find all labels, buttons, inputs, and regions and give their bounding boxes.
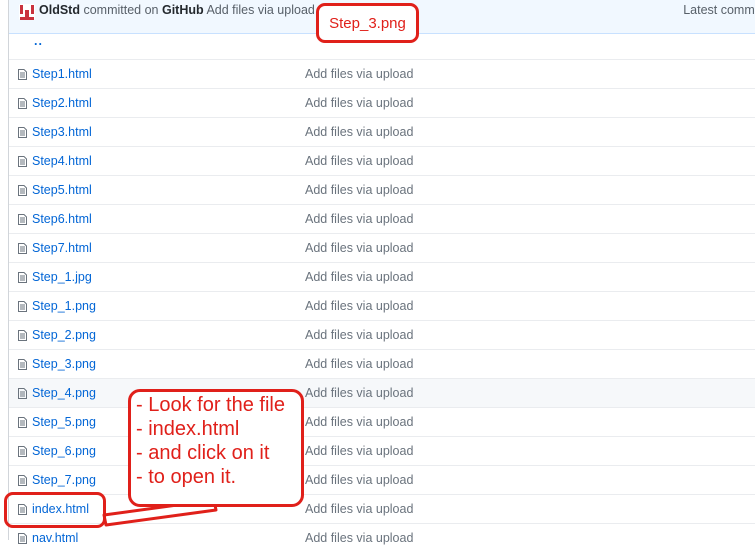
file-commit-message[interactable]: Add files via upload [305,96,413,110]
file-name-link[interactable]: Step_4.png [32,386,96,400]
screenshot-title-callout: Step_3.png [316,3,419,43]
file-commit-message[interactable]: Add files via upload [305,154,413,168]
file-commit-message[interactable]: Add files via upload [305,415,413,429]
latest-commit-label: Latest commit [683,3,755,17]
file-icon [18,69,27,80]
file-name-link[interactable]: Step6.html [32,212,92,226]
file-icon [18,533,27,544]
file-commit-message[interactable]: Add files via upload [305,386,413,400]
commit-author-line: OldStd committed on GitHub Add files via… [39,3,315,17]
file-icon [18,272,27,283]
file-commit-message[interactable]: Add files via upload [305,241,413,255]
file-name-link[interactable]: Step4.html [32,154,92,168]
file-icon [18,127,27,138]
file-commit-message[interactable]: Add files via upload [305,357,413,371]
file-icon [18,388,27,399]
file-commit-message[interactable]: Add files via upload [305,328,413,342]
file-icon [18,475,27,486]
file-list: OldStd committed on GitHub Add files via… [8,0,755,545]
file-commit-message[interactable]: Add files via upload [305,270,413,284]
file-icon [18,446,27,457]
file-name-link[interactable]: Step_1.png [32,299,96,313]
file-row[interactable]: Step_1.png Add files via upload [9,291,755,320]
commit-platform: GitHub [161,3,204,17]
file-commit-message[interactable]: Add files via upload [305,444,413,458]
file-name-link[interactable]: Step_5.png [32,415,96,429]
index-html-highlight [4,492,106,528]
file-name-link[interactable]: nav.html [32,531,78,545]
parent-directory-link[interactable]: .. [34,34,43,48]
file-icon [18,417,27,428]
file-icon [18,98,27,109]
file-icon [18,301,27,312]
file-name-link[interactable]: Step3.html [32,125,92,139]
avatar[interactable] [19,4,35,20]
file-name-link[interactable]: Step_3.png [32,357,96,371]
instruction-line-4: - to open it. [136,466,237,488]
file-row[interactable]: Step_4.png Add files via upload [9,378,755,407]
file-name-link[interactable]: Step1.html [32,67,92,81]
file-row[interactable]: index.html Add files via upload [9,494,755,523]
file-icon [18,359,27,370]
file-row[interactable]: Step_5.png Add files via upload [9,407,755,436]
file-commit-message[interactable]: Add files via upload [305,125,413,139]
file-commit-message[interactable]: Add files via upload [305,502,413,516]
file-row[interactable]: Step5.html Add files via upload [9,175,755,204]
file-name-link[interactable]: Step_7.png [32,473,96,487]
file-row[interactable]: Step6.html Add files via upload [9,204,755,233]
file-icon [18,185,27,196]
instruction-line-3: - and click on it [136,442,270,464]
file-row[interactable]: Step4.html Add files via upload [9,146,755,175]
file-name-link[interactable]: Step_1.jpg [32,270,92,284]
file-row[interactable]: Step3.html Add files via upload [9,117,755,146]
file-commit-message[interactable]: Add files via upload [305,473,413,487]
file-row[interactable]: Step2.html Add files via upload [9,88,755,117]
commit-author[interactable]: OldStd [39,3,80,17]
file-name-link[interactable]: Step2.html [32,96,92,110]
file-commit-message[interactable]: Add files via upload [305,299,413,313]
file-name-link[interactable]: Step_2.png [32,328,96,342]
file-row[interactable]: Step_3.png Add files via upload [9,349,755,378]
file-icon [18,330,27,341]
file-icon [18,243,27,254]
file-name-link[interactable]: Step5.html [32,183,92,197]
file-commit-message[interactable]: Add files via upload [305,67,413,81]
file-row[interactable]: Step_7.png Add files via upload [9,465,755,494]
file-commit-message[interactable]: Add files via upload [305,531,413,545]
commit-committed-text: committed on [83,3,159,17]
instruction-callout: - Look for the file - index.html - and c… [128,389,304,507]
file-row[interactable]: Step_1.jpg Add files via upload [9,262,755,291]
file-row[interactable]: Step1.html Add files via upload [9,59,755,88]
commit-message[interactable]: Add files via upload [206,3,314,17]
file-commit-message[interactable]: Add files via upload [305,212,413,226]
file-commit-message[interactable]: Add files via upload [305,183,413,197]
file-row[interactable]: nav.html Add files via upload [9,523,755,552]
file-row[interactable]: Step_6.png Add files via upload [9,436,755,465]
instruction-line-2: - index.html [136,418,240,440]
file-icon [18,156,27,167]
file-name-link[interactable]: Step_6.png [32,444,96,458]
file-row[interactable]: Step7.html Add files via upload [9,233,755,262]
file-row[interactable]: Step_2.png Add files via upload [9,320,755,349]
file-name-link[interactable]: Step7.html [32,241,92,255]
instruction-line-1: - Look for the file [136,394,285,416]
file-icon [18,214,27,225]
